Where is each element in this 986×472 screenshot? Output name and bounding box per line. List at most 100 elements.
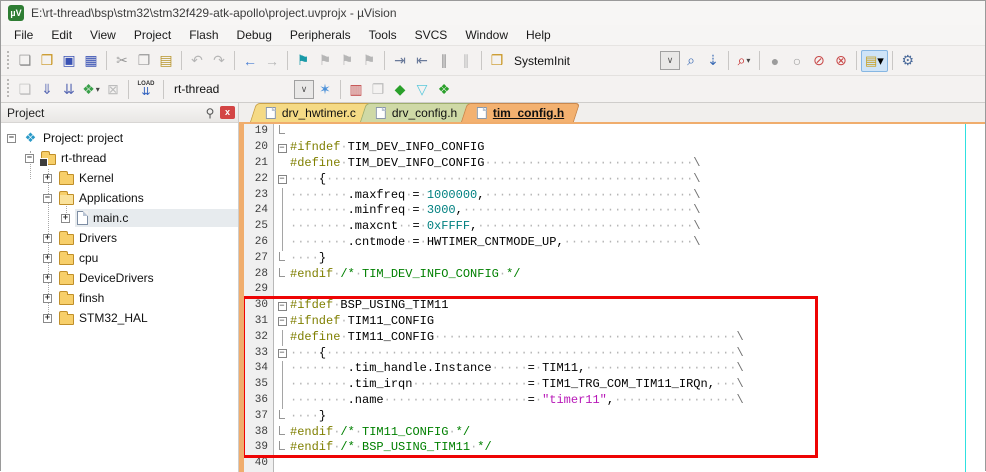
configuration-wrench-button[interactable]: ⚙ — [897, 50, 919, 72]
tree-expand-box[interactable]: + — [43, 174, 52, 183]
new-file-button[interactable]: ❏ — [14, 50, 36, 72]
menu-item-peripherals[interactable]: Peripherals — [281, 26, 360, 44]
code-line[interactable]: 38#endif·/*·TIM11_CONFIG·*/ — [244, 425, 985, 441]
tree-item-devicedrivers[interactable]: +DeviceDrivers — [1, 268, 238, 288]
paste-button[interactable]: ▤ — [155, 50, 177, 72]
code-line[interactable]: 25········.maxcnt··=·0xFFFF,············… — [244, 219, 985, 235]
debug-windows-button[interactable]: ▤▾ — [861, 50, 888, 72]
enable-disable-breakpoint-button[interactable]: ○ — [786, 50, 808, 72]
undo-button[interactable]: ↶ — [186, 50, 208, 72]
code-line[interactable]: 32#define·TIM11_CONFIG··················… — [244, 330, 985, 346]
pack-installer-button[interactable]: ❖ — [433, 78, 455, 100]
copy-button[interactable]: ❐ — [133, 50, 155, 72]
code-line[interactable]: 30−#ifdef·BSP_USING_TIM11 — [244, 298, 985, 314]
uncomment-selection-button[interactable]: ∥ — [455, 50, 477, 72]
menu-item-debug[interactable]: Debug — [228, 26, 281, 44]
save-file-button[interactable]: ▣ — [58, 50, 80, 72]
tree-item-rt-thread[interactable]: −rt-thread — [1, 148, 238, 168]
insert-bookmark-button[interactable]: ⚑ — [292, 50, 314, 72]
pin-icon[interactable]: ⚲ — [203, 106, 217, 120]
menu-item-flash[interactable]: Flash — [180, 26, 227, 44]
indent-right-button[interactable]: ⇥ — [389, 50, 411, 72]
code-line[interactable]: 34········.tim_handle.Instance·····=·TIM… — [244, 361, 985, 377]
function-combobox-value[interactable]: SystemInit — [508, 54, 656, 68]
code-line[interactable]: 20−#ifndef·TIM_DEV_INFO_CONFIG — [244, 140, 985, 156]
file-extensions-button[interactable]: ❐ — [367, 78, 389, 100]
tree-item-main-c[interactable]: +main.c — [1, 208, 238, 228]
tree-expand-box[interactable]: − — [43, 194, 52, 203]
tree-expand-box[interactable]: + — [43, 314, 52, 323]
tab-drv_config-h[interactable]: drv_config.h — [360, 103, 474, 122]
tab-drv_hwtimer-c[interactable]: drv_hwtimer.c — [250, 103, 372, 122]
tree-item-stm32-hal[interactable]: +STM32_HAL — [1, 308, 238, 328]
redo-button[interactable]: ↷ — [208, 50, 230, 72]
stop-build-button[interactable]: ⊠ — [102, 78, 124, 100]
tree-item-cpu[interactable]: +cpu — [1, 248, 238, 268]
insert-remove-breakpoint-button[interactable]: ● — [764, 50, 786, 72]
tree-expand-box[interactable]: + — [43, 274, 52, 283]
manage-run-time-environment-button[interactable]: ▥ — [345, 78, 367, 100]
find-in-files-button[interactable]: ⌕ — [680, 50, 702, 72]
code-line[interactable]: 39#endif·/*·BSP_USING_TIM11·*/ — [244, 440, 985, 456]
function-combobox-dropdown-icon[interactable]: ∨ — [660, 51, 680, 70]
navigate-forward-button[interactable]: → — [261, 50, 283, 72]
menu-item-svcs[interactable]: SVCS — [406, 26, 457, 44]
tree-item-project-project[interactable]: −❖Project: project — [1, 128, 238, 148]
kill-all-breakpoints-button[interactable]: ⊗ — [830, 50, 852, 72]
toolbar-grip[interactable] — [6, 51, 11, 71]
tree-expand-box[interactable]: + — [61, 214, 70, 223]
build-target-button[interactable]: ⇓ — [36, 78, 58, 100]
disable-all-breakpoints-button[interactable]: ⊘ — [808, 50, 830, 72]
tree-expand-box[interactable]: − — [7, 134, 16, 143]
fold-collapse-icon[interactable]: − — [278, 302, 287, 311]
select-software-packs-button[interactable]: ▽ — [411, 78, 433, 100]
tree-expand-box[interactable]: + — [43, 254, 52, 263]
menu-item-view[interactable]: View — [81, 26, 125, 44]
close-icon[interactable]: x — [220, 106, 235, 119]
tab-tim_config-h[interactable]: tim_config.h — [461, 103, 581, 122]
menu-item-window[interactable]: Window — [456, 26, 517, 44]
previous-bookmark-button[interactable]: ⚑ — [314, 50, 336, 72]
clear-bookmarks-button[interactable]: ⚑ — [358, 50, 380, 72]
code-editor[interactable]: 1920−#ifndef·TIM_DEV_INFO_CONFIG21#defin… — [244, 124, 985, 472]
code-line[interactable]: 28#endif·/*·TIM_DEV_INFO_CONFIG·*/ — [244, 267, 985, 283]
navigate-back-button[interactable]: ← — [239, 50, 261, 72]
code-line[interactable]: 21#define·TIM_DEV_INFO_CONFIG···········… — [244, 156, 985, 172]
function-navigate-button[interactable]: ❒ — [486, 50, 508, 72]
code-line[interactable]: 23········.maxfreq·=·1000000,···········… — [244, 188, 985, 204]
fold-collapse-icon[interactable]: − — [278, 349, 287, 358]
rebuild-all-button[interactable]: ⇊ — [58, 78, 80, 100]
code-line[interactable]: 31−#ifndef·TIM11_CONFIG — [244, 314, 985, 330]
tree-item-finsh[interactable]: +finsh — [1, 288, 238, 308]
next-bookmark-button[interactable]: ⚑ — [336, 50, 358, 72]
download-button[interactable]: LOAD⇊ — [133, 78, 159, 100]
menu-item-tools[interactable]: Tools — [360, 26, 406, 44]
tree-item-kernel[interactable]: +Kernel — [1, 168, 238, 188]
tree-expand-box[interactable]: − — [25, 154, 34, 163]
code-line[interactable]: 26········.cntmode·=·HWTIMER_CNTMODE_UP,… — [244, 235, 985, 251]
code-line[interactable]: 27····} — [244, 251, 985, 267]
cut-button[interactable]: ✂ — [111, 50, 133, 72]
tree-expand-box[interactable]: + — [43, 234, 52, 243]
tree-item-applications[interactable]: −Applications — [1, 188, 238, 208]
comment-selection-button[interactable]: ∥ — [433, 50, 455, 72]
incremental-find-button[interactable]: ⇣ — [702, 50, 724, 72]
find-all-references-button[interactable]: ⌕▾ — [733, 50, 755, 72]
menu-item-project[interactable]: Project — [125, 26, 180, 44]
code-line[interactable]: 37····} — [244, 409, 985, 425]
menu-item-help[interactable]: Help — [517, 26, 560, 44]
target-combobox-value[interactable]: rt-thread — [168, 82, 290, 96]
target-combobox-dropdown-icon[interactable]: ∨ — [294, 80, 314, 99]
indent-left-button[interactable]: ⇤ — [411, 50, 433, 72]
fold-collapse-icon[interactable]: − — [278, 175, 287, 184]
code-line[interactable]: 40 — [244, 456, 985, 472]
menu-item-edit[interactable]: Edit — [42, 26, 81, 44]
toolbar-grip[interactable] — [6, 79, 11, 99]
code-line[interactable]: 36········.name····················=·"ti… — [244, 393, 985, 409]
code-line[interactable]: 24········.minfreq·=·3000,··············… — [244, 203, 985, 219]
fold-collapse-icon[interactable]: − — [278, 317, 287, 326]
code-line[interactable]: 22−····{································… — [244, 172, 985, 188]
batch-build-button[interactable]: ❖▾ — [80, 78, 102, 100]
fold-collapse-icon[interactable]: − — [278, 144, 287, 153]
manage-project-items-button[interactable]: ◆ — [389, 78, 411, 100]
